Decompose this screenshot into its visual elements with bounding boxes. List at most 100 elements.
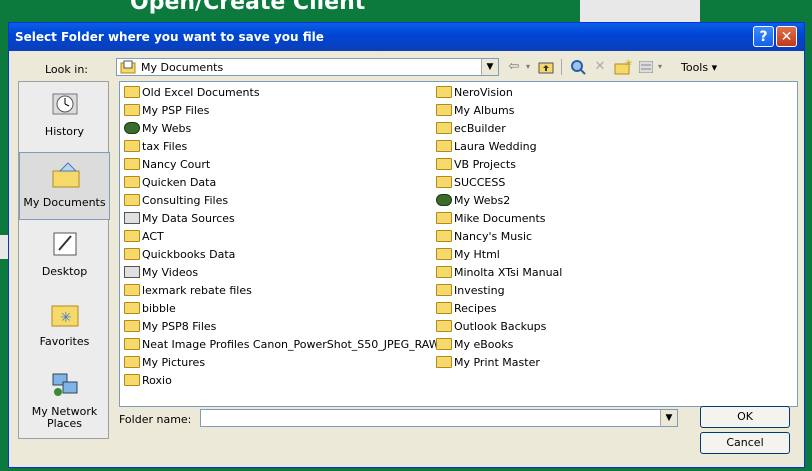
search-web-icon[interactable] (568, 57, 588, 77)
folder-icon (124, 158, 140, 170)
folder-icon (124, 140, 140, 152)
folder-item[interactable]: Recipes (436, 300, 497, 318)
folder-item[interactable]: bibble (124, 300, 176, 318)
folder-item[interactable]: Laura Wedding (436, 138, 537, 156)
folder-item[interactable]: NeroVision (436, 84, 513, 102)
favorites-icon: ✳ (51, 300, 79, 328)
place-my-documents[interactable]: My Documents (19, 152, 110, 220)
chevron-down-icon[interactable]: ▼ (481, 59, 498, 75)
folder-item-label: Consulting Files (142, 194, 229, 207)
look-in-value: My Documents (141, 61, 224, 74)
place-favorites[interactable]: ✳ Favorites (19, 292, 110, 360)
tools-menu[interactable]: Tools ▾ (681, 61, 717, 74)
folder-item-label: Laura Wedding (454, 140, 537, 153)
toolbar-separator (561, 59, 564, 75)
back-icon[interactable]: ⇦ (505, 57, 523, 77)
folder-item[interactable]: My Webs (124, 120, 191, 138)
ok-button[interactable]: OK (700, 406, 790, 428)
video-folder-icon (124, 266, 140, 278)
cancel-button[interactable]: Cancel (700, 432, 790, 454)
folder-item[interactable]: ACT (124, 228, 164, 246)
folder-item-label: bibble (142, 302, 176, 315)
folder-item[interactable]: My Webs2 (436, 192, 510, 210)
folder-icon (124, 230, 140, 242)
folder-item[interactable]: My Albums (436, 102, 514, 120)
folder-item[interactable]: Old Excel Documents (124, 84, 260, 102)
folder-item[interactable]: My Data Sources (124, 210, 235, 228)
folder-item[interactable]: Mike Documents (436, 210, 546, 228)
folder-item[interactable]: Minolta XTsi Manual (436, 264, 562, 282)
back-dropdown-icon[interactable]: ▾ (523, 57, 533, 77)
my-documents-icon (52, 161, 80, 189)
folder-icon (436, 140, 452, 152)
views-dropdown-icon[interactable]: ▾ (655, 57, 665, 77)
folder-item[interactable]: SUCCESS (436, 174, 505, 192)
place-my-network-places[interactable]: My Network Places (19, 362, 110, 430)
folder-item-label: My PSP Files (142, 104, 210, 117)
help-button[interactable]: ? (753, 26, 774, 47)
folder-item-label: Nancy Court (142, 158, 211, 171)
place-label: Desktop (41, 265, 88, 278)
folder-item[interactable]: My Html (436, 246, 500, 264)
views-icon[interactable] (637, 57, 655, 77)
folder-icon (124, 194, 140, 206)
folder-icon (124, 86, 140, 98)
place-label: Favorites (39, 335, 90, 348)
folder-item[interactable]: Nancy's Music (436, 228, 532, 246)
places-bar: History My Documents Desktop ✳ Favorites… (18, 81, 110, 439)
folder-icon (436, 158, 452, 170)
folder-icon (436, 104, 452, 116)
background-panel (580, 0, 700, 22)
folder-item[interactable]: My Print Master (436, 354, 540, 372)
my-documents-icon (120, 60, 136, 77)
look-in-dropdown[interactable]: My Documents ▼ (116, 58, 499, 76)
folder-icon (436, 248, 452, 260)
folder-item-label: Nancy's Music (454, 230, 533, 243)
folder-item[interactable]: Consulting Files (124, 192, 228, 210)
folder-item[interactable]: My PSP8 Files (124, 318, 216, 336)
folder-item[interactable]: Investing (436, 282, 505, 300)
place-label: My Documents (23, 196, 106, 209)
folder-list[interactable]: Old Excel Documents My PSP Files My Webs ta… (119, 81, 798, 407)
folder-item-label: Recipes (454, 302, 497, 315)
folder-item[interactable]: VB Projects (436, 156, 516, 174)
folder-item-label: Minolta XTsi Manual (454, 266, 563, 279)
folder-name-input[interactable]: ▼ (200, 409, 678, 427)
select-folder-dialog: Select Folder where you want to save you… (8, 22, 805, 468)
delete-icon[interactable]: ✕ (591, 57, 609, 77)
folder-item[interactable]: My eBooks (436, 336, 513, 354)
place-history[interactable]: History (19, 82, 110, 150)
folder-item[interactable]: tax Files (124, 138, 187, 156)
folder-item[interactable]: Quicken Data (124, 174, 216, 192)
folder-item-label: Investing (454, 284, 505, 297)
svg-text:✳: ✳ (625, 59, 632, 69)
folder-icon (124, 104, 140, 116)
folder-item[interactable]: My Pictures (124, 354, 205, 372)
folder-icon (436, 212, 452, 224)
place-desktop[interactable]: Desktop (19, 222, 110, 290)
chevron-down-icon[interactable]: ▼ (660, 410, 677, 426)
folder-item[interactable]: lexmark rebate files (124, 282, 252, 300)
folder-item-label: Quickbooks Data (142, 248, 236, 261)
up-folder-icon[interactable] (536, 57, 556, 77)
folder-item-label: Outlook Backups (454, 320, 547, 333)
folder-item[interactable]: My PSP Files (124, 102, 209, 120)
new-folder-icon[interactable]: ✳ (613, 57, 633, 77)
folder-item-label: ACT (142, 230, 164, 243)
title-bar: Select Folder where you want to save you… (9, 23, 804, 51)
folder-icon (436, 176, 452, 188)
folder-icon (124, 284, 140, 296)
folder-item-label: My Videos (142, 266, 199, 279)
folder-item[interactable]: My Videos (124, 264, 198, 282)
folder-item[interactable]: Roxio (124, 372, 172, 390)
folder-icon (124, 302, 140, 314)
folder-item[interactable]: Outlook Backups (436, 318, 546, 336)
desktop-icon (51, 230, 79, 258)
dialog-title: Select Folder where you want to save you… (15, 30, 324, 44)
close-button[interactable]: ✕ (776, 26, 797, 47)
folder-item[interactable]: ecBuilder (436, 120, 506, 138)
folder-item[interactable]: Quickbooks Data (124, 246, 235, 264)
folder-item[interactable]: Nancy Court (124, 156, 210, 174)
folder-item[interactable]: Neat Image Profiles Canon_PowerShot_S50_… (124, 336, 440, 354)
folder-item-label: My Webs (142, 122, 192, 135)
